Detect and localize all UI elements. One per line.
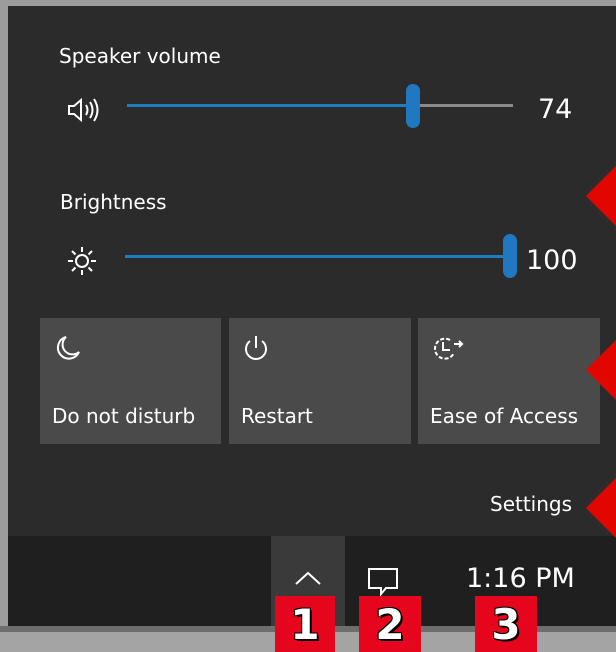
sun-icon[interactable] xyxy=(66,245,98,281)
pointer-arrow-settings xyxy=(586,478,616,538)
speaker-volume-label: Speaker volume xyxy=(59,44,221,68)
pointer-arrow-tiles xyxy=(586,340,616,400)
clock-time[interactable]: 1:16 PM xyxy=(466,563,575,594)
volume-slider-fill xyxy=(127,104,413,107)
ease-of-access-label: Ease of Access xyxy=(430,404,579,428)
speaker-icon[interactable] xyxy=(67,96,101,128)
brightness-slider-fill xyxy=(125,255,510,258)
pointer-arrow-brightness xyxy=(586,166,616,226)
restart-label: Restart xyxy=(241,404,313,428)
do-not-disturb-label: Do not disturb xyxy=(52,404,196,428)
power-icon xyxy=(241,334,271,368)
marker-3: 3 xyxy=(475,596,537,652)
marker-2: 2 xyxy=(359,596,421,652)
moon-icon xyxy=(52,334,82,368)
marker-1: 1 xyxy=(275,596,335,652)
settings-link[interactable]: Settings xyxy=(490,492,572,516)
volume-slider-thumb[interactable] xyxy=(406,84,420,128)
quick-settings-panel xyxy=(8,6,616,536)
ease-of-access-icon xyxy=(430,334,464,368)
chevron-up-icon xyxy=(294,570,322,590)
brightness-value: 100 xyxy=(526,245,578,276)
ease-of-access-tile[interactable]: Ease of Access xyxy=(418,318,600,444)
volume-value: 74 xyxy=(538,94,573,125)
do-not-disturb-tile[interactable]: Do not disturb xyxy=(40,318,221,444)
brightness-label: Brightness xyxy=(60,190,167,214)
brightness-slider-thumb[interactable] xyxy=(503,234,517,278)
restart-tile[interactable]: Restart xyxy=(229,318,411,444)
